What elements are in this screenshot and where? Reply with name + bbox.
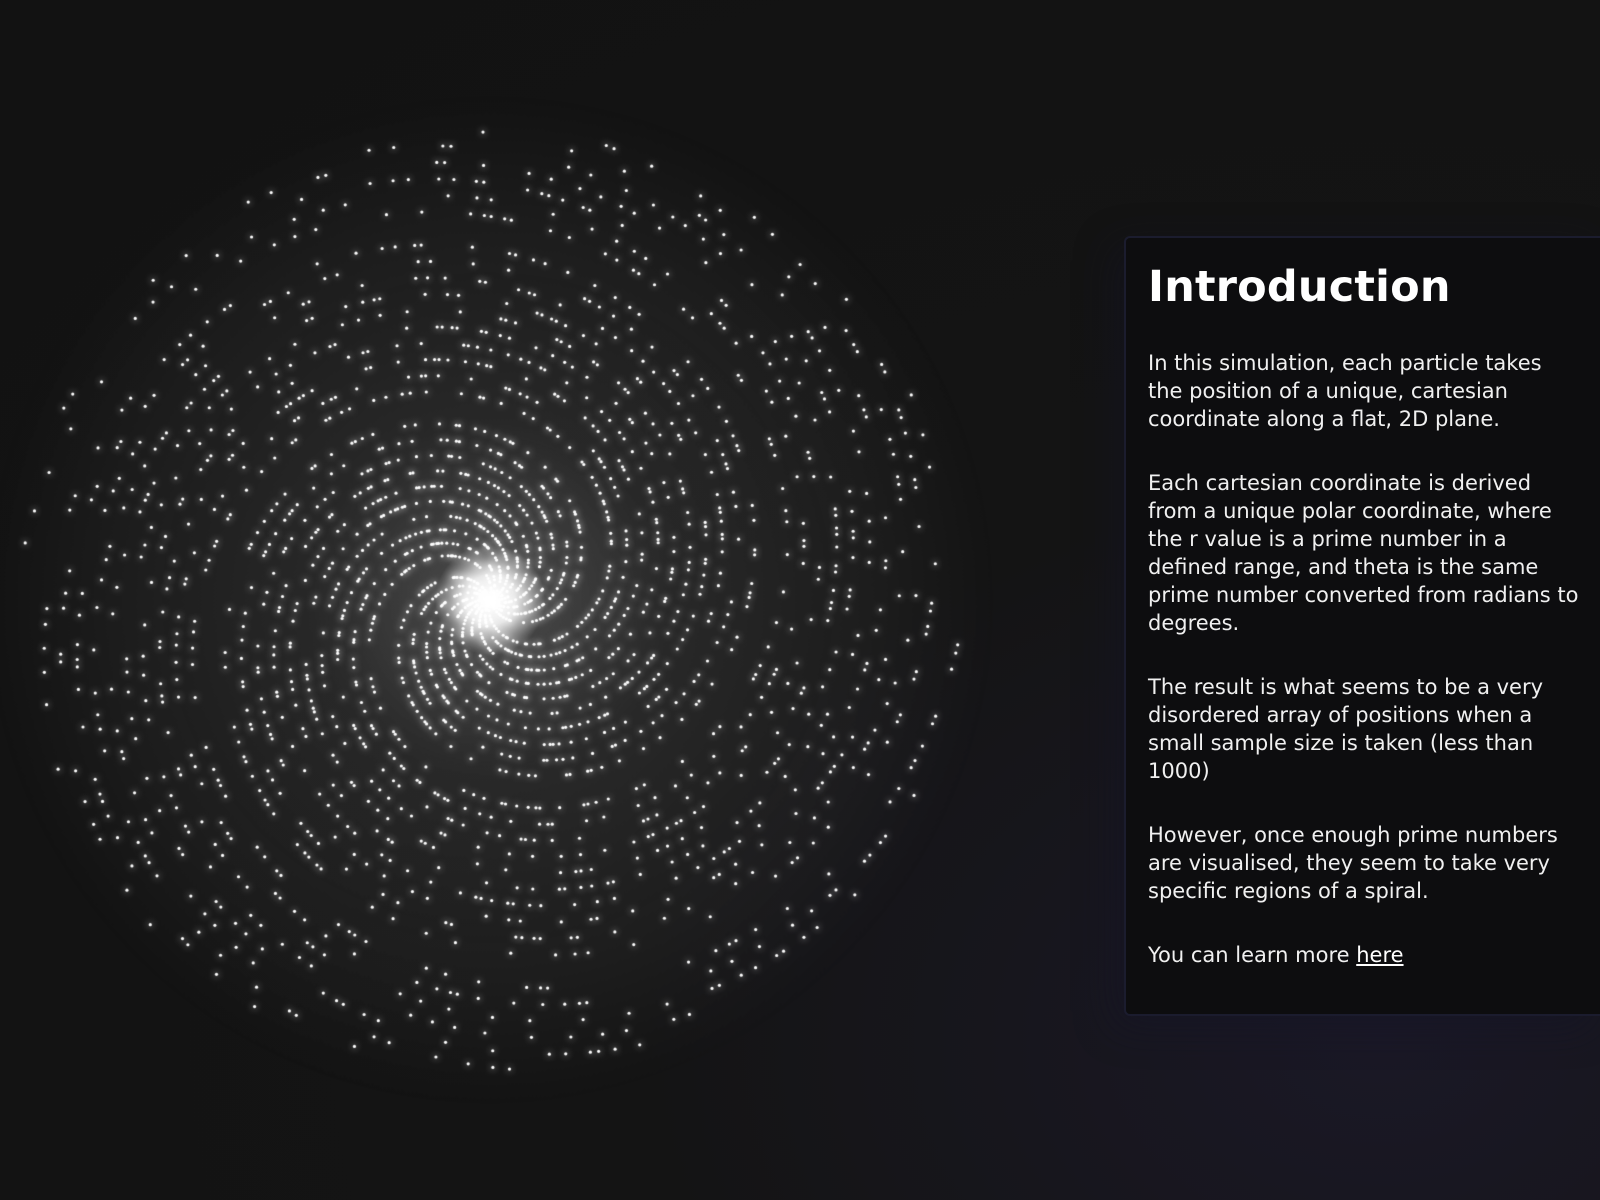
- learn-more-text: You can learn more: [1148, 943, 1357, 968]
- intro-paragraph-3: The result is what seems to be a very di…: [1148, 675, 1544, 784]
- app-background: Introduction In this simulation, each pa…: [0, 0, 1600, 1200]
- introduction-panel: Introduction In this simulation, each pa…: [1124, 236, 1600, 1016]
- panel-title: Introduction: [1148, 262, 1451, 312]
- learn-more-line: You can learn more here: [1148, 941, 1580, 969]
- prime-spiral-canvas[interactable]: [0, 0, 1000, 1200]
- learn-more-link[interactable]: here: [1356, 943, 1403, 967]
- intro-paragraph-4: However, once enough prime numbers are v…: [1148, 823, 1558, 904]
- intro-paragraph-1: In this simulation, each particle takes …: [1148, 351, 1542, 432]
- intro-paragraph-2: Each cartesian coordinate is derived fro…: [1148, 471, 1579, 636]
